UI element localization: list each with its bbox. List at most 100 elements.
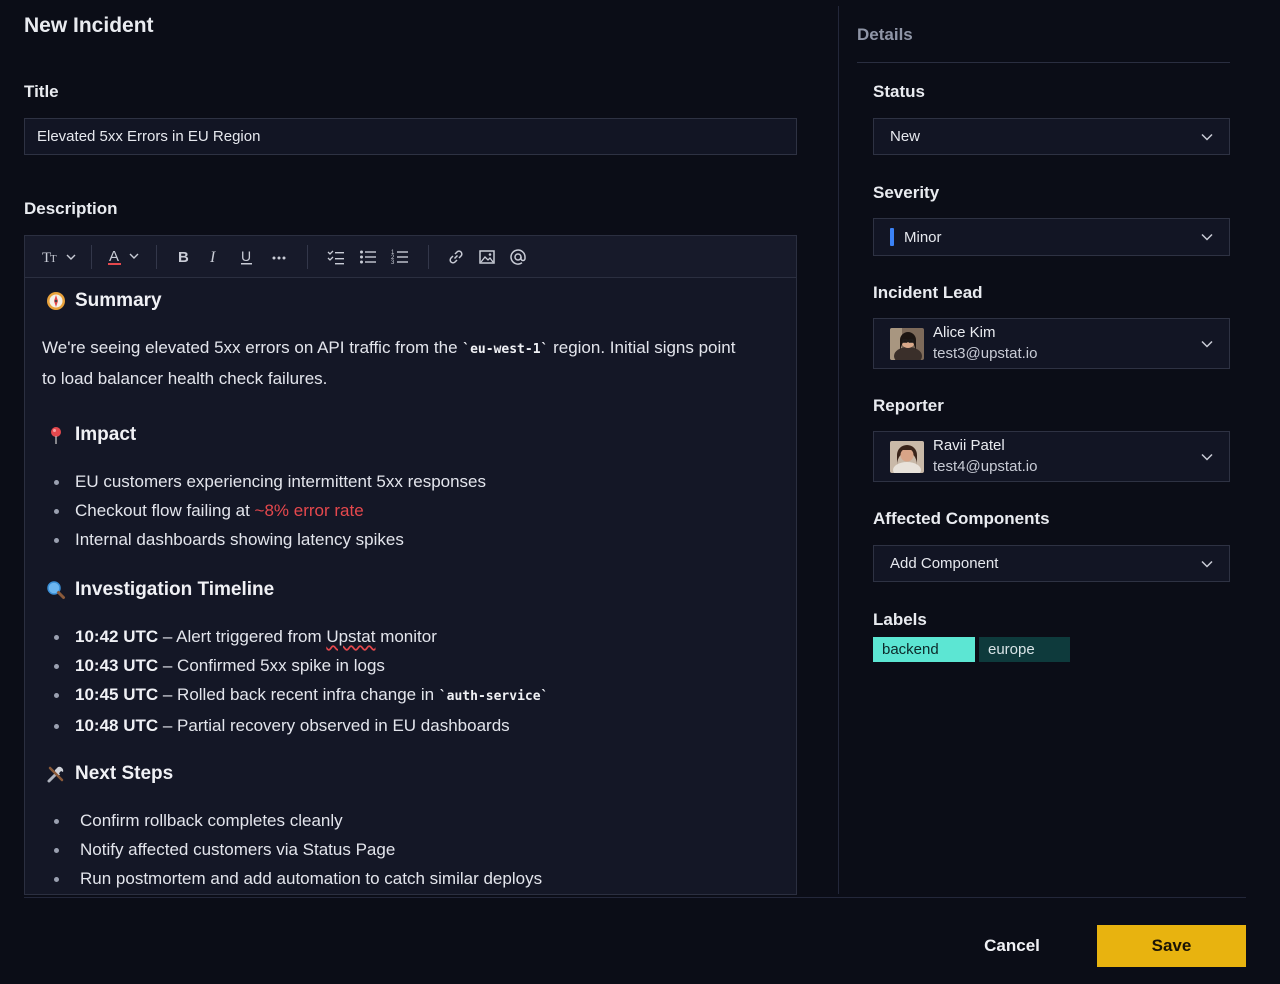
svg-text:B: B [178,249,189,266]
severity-indicator [890,228,894,246]
svg-text:3: 3 [391,260,395,266]
link-button[interactable] [441,243,471,271]
mention-icon [510,248,526,265]
editor-toolbar: T T A B I U 1 2 3 [25,236,796,278]
numbered-list-button[interactable]: 1 2 3 [384,243,416,271]
status-value: New [890,128,921,145]
details-title: Details [857,25,913,44]
user-email: test4@upstat.io [933,458,1038,475]
list-item: 10:48 UTC – Partial recovery observed in… [51,711,548,740]
chevron-down-icon [1201,233,1213,241]
description-label: Description [24,199,118,218]
user-name: Ravii Patel [933,437,1005,454]
status-select[interactable]: New [873,118,1230,155]
title-input[interactable] [24,118,797,155]
summary-paragraph: We're seeing elevated 5xx errors on API … [42,338,736,388]
save-button[interactable]: Save [1097,925,1246,967]
bullet-list-button[interactable] [352,243,384,271]
title-label: Title [24,82,59,101]
status-label: Status [873,82,925,101]
reporter-select[interactable]: Ravii Patel test4@upstat.io [873,431,1230,482]
affected-components-placeholder: Add Component [890,555,999,572]
list-item: 10:42 UTC – Alert triggered from Upstat … [51,622,548,651]
numbered-list-icon: 1 2 3 [391,250,408,266]
severity-select[interactable]: Minor [873,218,1230,256]
bold-icon: B [178,249,189,266]
affected-components-select[interactable]: Add Component [873,545,1230,582]
font-color-icon: A [108,248,139,265]
underline-icon: U [241,248,252,264]
link-icon [449,249,463,264]
inline-code: `auth-service` [438,689,549,704]
next-steps-list: Confirm rollback completes cleanly Notif… [51,806,542,893]
toolbar-divider [428,244,429,269]
impact-list: EU customers experiencing intermittent 5… [51,467,486,554]
pushpin-icon [45,424,67,446]
inline-code: `eu-west-1` [462,342,549,357]
chevron-down-icon [1201,453,1213,461]
list-item: EU customers experiencing intermittent 5… [51,467,486,496]
image-icon [479,249,495,264]
svg-text:U: U [241,248,251,264]
label-tag-backend[interactable]: backend [873,637,975,662]
cancel-button[interactable]: Cancel [970,925,1054,967]
error-rate-highlight: ~8% error rate [254,501,364,520]
more-formatting-button[interactable] [263,243,295,271]
checklist-button[interactable] [320,243,352,271]
font-color-dropdown[interactable]: A [104,243,144,271]
impact-heading: Impact [45,424,136,446]
timeline-list: 10:42 UTC – Alert triggered from Upstat … [51,622,548,740]
severity-value: Minor [904,228,942,246]
image-button[interactable] [471,243,503,271]
toolbar-divider [156,244,157,269]
list-item: 10:45 UTC – Rolled back recent infra cha… [51,680,548,711]
toolbar-divider [91,244,92,269]
chevron-down-icon [1201,340,1213,348]
avatar [890,440,924,473]
next-steps-heading: Next Steps [45,763,173,785]
user-email: test3@upstat.io [933,345,1038,362]
incident-lead-label: Incident Lead [873,283,983,302]
chevron-down-icon [1201,133,1213,141]
summary-heading: Summary [45,290,162,312]
footer-divider [24,897,1246,898]
tools-icon [45,763,67,785]
reporter-label: Reporter [873,396,944,415]
underline-button[interactable]: U [231,243,263,271]
list-item: Confirm rollback completes cleanly [51,806,542,835]
page-title: New Incident [24,14,154,37]
user-name: Alice Kim [933,324,996,341]
svg-text:A: A [109,248,119,265]
bullet-list-icon [360,250,376,263]
incident-lead-select[interactable]: Alice Kim test3@upstat.io [873,318,1230,369]
more-icon [272,256,286,259]
bold-button[interactable]: B [169,243,199,271]
list-item: Notify affected customers via Status Pag… [51,835,542,864]
compass-icon [45,290,67,312]
text-size-dropdown[interactable]: T T [39,243,79,271]
severity-label: Severity [873,183,940,202]
label-tag-europe[interactable]: europe [979,637,1070,662]
text-size-icon: T T [42,250,76,266]
magnifier-icon [45,579,67,601]
toolbar-divider [307,244,308,269]
description-editor[interactable]: T T A B I U 1 2 3 Summary We're seeing e… [24,235,797,895]
italic-icon: I [209,249,216,266]
mention-button[interactable] [503,243,533,271]
chevron-down-icon [1201,560,1213,568]
svg-text:T: T [50,253,57,265]
list-item: Checkout flow failing at ~8% error rate [51,496,486,525]
svg-text:I: I [209,249,216,266]
list-item: 10:43 UTC – Confirmed 5xx spike in logs [51,651,548,680]
details-divider [857,62,1230,63]
editor-content[interactable]: Summary We're seeing elevated 5xx errors… [25,278,796,894]
italic-button[interactable]: I [199,243,231,271]
column-divider [838,6,839,894]
checklist-icon [327,250,344,264]
affected-components-label: Affected Components [873,509,1050,528]
avatar [890,327,924,360]
labels-label: Labels [873,610,927,629]
list-item: Internal dashboards showing latency spik… [51,525,486,554]
list-item: Run postmortem and add automation to cat… [51,864,542,893]
timeline-heading: Investigation Timeline [45,579,274,601]
